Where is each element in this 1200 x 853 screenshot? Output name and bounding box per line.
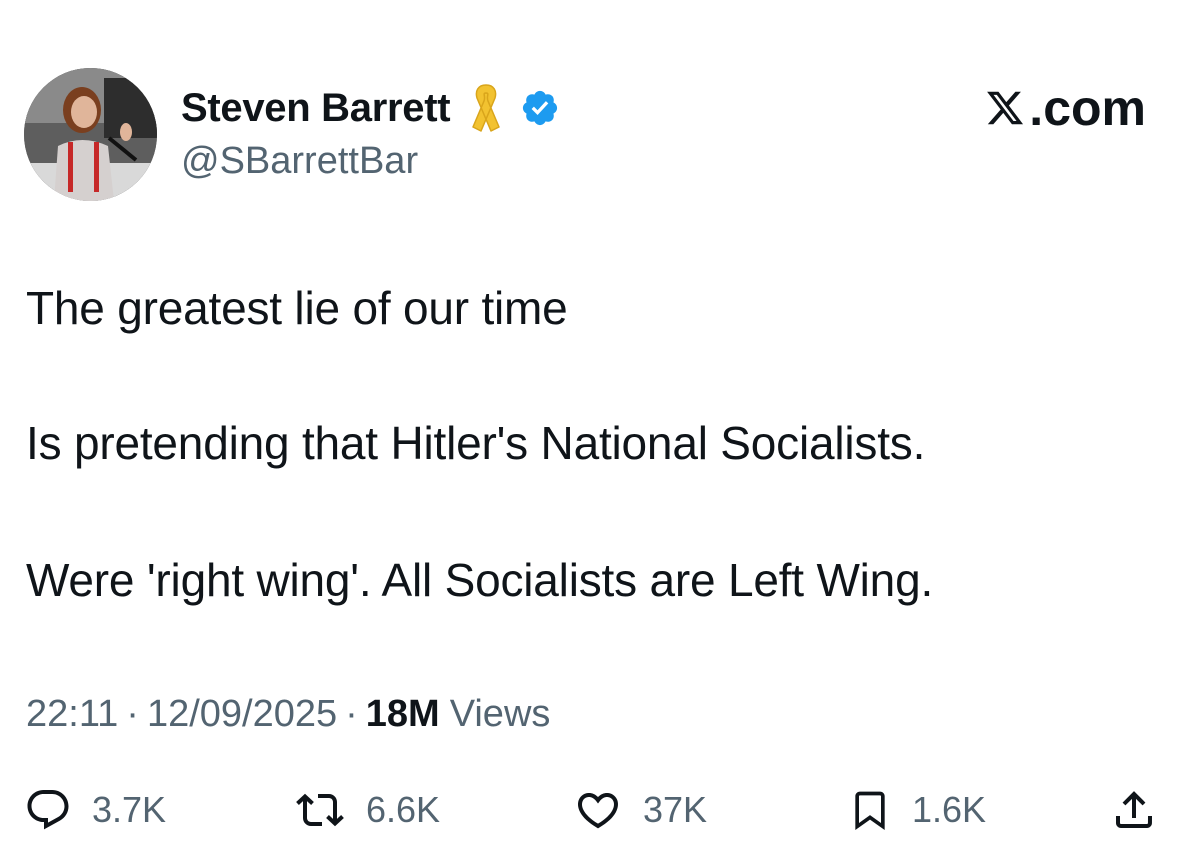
tweet-action-bar: 3.7K 6.6K 37K 1.6K	[0, 780, 1200, 840]
yellow-ribbon-icon	[472, 84, 500, 132]
repost-count: 6.6K	[366, 789, 441, 830]
repost-button[interactable]: 6.6K	[294, 780, 440, 840]
avatar[interactable]	[24, 68, 157, 201]
bookmark-icon	[855, 791, 885, 831]
share-button[interactable]	[1110, 780, 1158, 840]
meta-separator: ·	[126, 693, 139, 735]
x-com-brand: .com	[985, 78, 1146, 138]
bookmark-button[interactable]: 1.6K	[848, 780, 986, 840]
tweet-text-line: The greatest lie of our time	[26, 282, 568, 334]
like-button[interactable]: 37K	[573, 780, 707, 840]
heart-icon	[577, 793, 619, 829]
tweet-text-line: Were 'right wing'. All Socialists are Le…	[26, 554, 934, 606]
author-name-row: Steven Barrett	[181, 84, 560, 132]
repost-icon	[296, 793, 344, 827]
bookmark-count: 1.6K	[912, 789, 987, 830]
brand-domain-label: .com	[1029, 80, 1146, 136]
tweet-date[interactable]: 12/09/2025	[147, 693, 337, 736]
x-logo-icon	[987, 91, 1024, 125]
views-label: Views	[449, 693, 551, 735]
like-count: 37K	[643, 789, 708, 830]
reply-button[interactable]: 3.7K	[24, 780, 166, 840]
reply-icon	[27, 790, 69, 830]
views-count[interactable]: 18M	[366, 693, 440, 736]
tweet-text-line: Is pretending that Hitler's National Soc…	[26, 417, 926, 469]
author-handle[interactable]: @SBarrettBar	[181, 140, 418, 183]
reply-count: 3.7K	[92, 789, 167, 830]
tweet-time[interactable]: 22:11	[26, 693, 118, 736]
share-icon	[1116, 791, 1152, 828]
verified-badge-icon[interactable]	[520, 88, 560, 128]
tweet-meta: 22:11 · 12/09/2025 · 18M Views	[26, 693, 550, 736]
author-display-name[interactable]: Steven Barrett	[181, 86, 451, 131]
meta-separator: ·	[345, 693, 358, 735]
avatar-photo	[24, 68, 157, 201]
